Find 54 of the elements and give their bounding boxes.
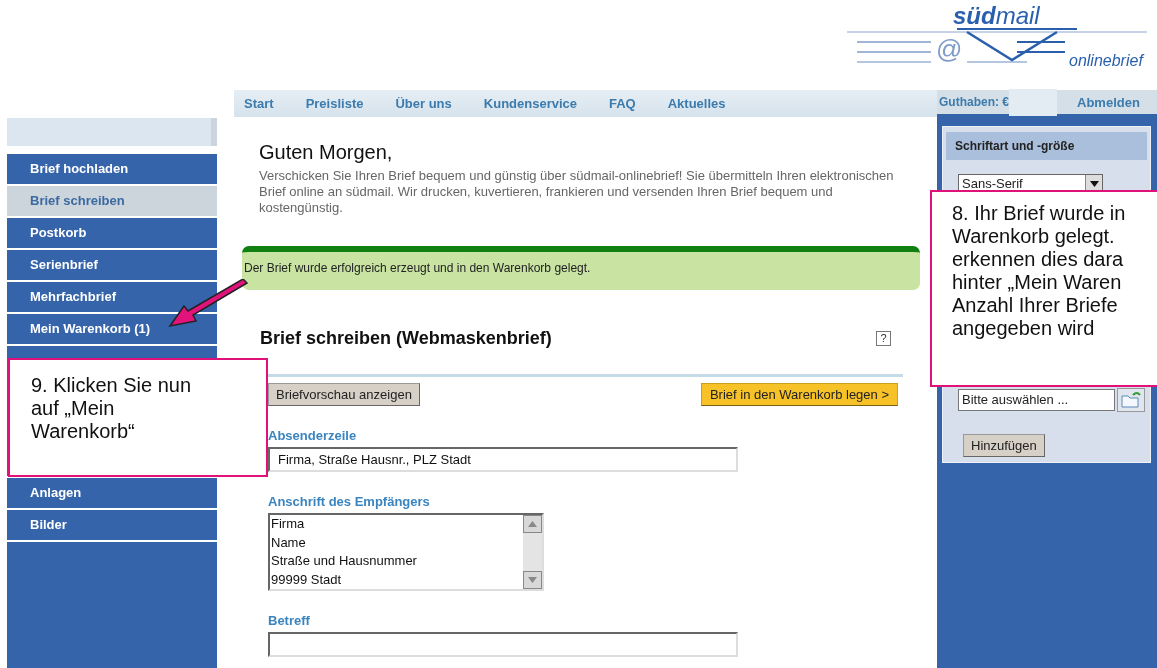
nav-link[interactable]: Über uns — [395, 96, 452, 111]
logout-link[interactable]: Abmelden — [1077, 94, 1140, 110]
logo-tagline: onlinebrief — [1069, 52, 1143, 69]
nav-link[interactable]: Kundenservice — [483, 96, 577, 111]
sidebar-item[interactable]: Mehrfachbrief — [7, 282, 217, 312]
balance-field — [1009, 88, 1057, 116]
nav-link[interactable]: Preisliste — [305, 96, 364, 111]
callout-text-line: auf „Mein — [31, 397, 116, 420]
callout-text-line: Warenkorb gelegt. — [952, 225, 1116, 248]
panel-title: Schriftart und -größe — [946, 132, 1147, 160]
sidebar-item[interactable]: Brief schreiben — [7, 186, 217, 216]
callout-text-line: Anzahl Ihrer Briefe — [952, 294, 1119, 317]
balance-label: Guthaben: € — [939, 95, 1009, 109]
nav-link[interactable]: Aktuelles — [667, 96, 726, 111]
file-select[interactable]: Bitte auswählen ... — [958, 389, 1115, 411]
callout-text-line: Warenkorb“ — [31, 420, 136, 443]
sender-input-field[interactable]: Firma, Straße Hausnr., PLZ Stadt — [268, 447, 738, 472]
field-label: Absenderzeile — [268, 428, 358, 443]
callout-text-line: erkennen dies dara — [952, 248, 1125, 271]
callout-text-line: 8. Ihr Brief wurde in — [952, 202, 1127, 225]
sidebar-item[interactable]: Bilder — [7, 510, 217, 540]
scrollbar[interactable] — [523, 515, 542, 589]
callout-text-line: hinter „Mein Waren — [952, 271, 1123, 294]
sidebar-item[interactable]: Brief hochladen — [7, 154, 217, 184]
section-title: Brief schreiben (Webmaskenbrief) — [260, 328, 552, 349]
dropdown-caret-icon[interactable] — [1089, 180, 1099, 187]
scroll-down-arrow-icon[interactable] — [528, 577, 537, 583]
subject-input-field[interactable] — [268, 632, 738, 657]
field-label: Betreff — [268, 613, 311, 628]
sidebar-item[interactable]: Serienbrief — [7, 250, 217, 280]
nav-link[interactable]: FAQ — [609, 96, 636, 111]
callout-text-line: 9. Klicken Sie nun — [31, 374, 193, 397]
sidebar-item[interactable]: Mein Warenkorb (1) — [7, 314, 217, 344]
address-line: Firma — [271, 515, 306, 533]
sidebar-item[interactable]: Postkorb — [7, 218, 217, 248]
field-label: Anschrift des Empfängers — [268, 494, 431, 509]
address-line: Straße und Hausnummer — [271, 552, 418, 570]
sidebar-item[interactable]: Anlagen — [7, 478, 217, 508]
recipient-textarea[interactable]: Firma Name Straße und Hausnummer 99999 Stadt — [268, 513, 544, 591]
callout-text-line: angegeben wird — [952, 317, 1096, 340]
nav-link[interactable]: Start — [244, 96, 274, 111]
success-message: Der Brief wurde erfolgreich erzeugt und in den Warenkorb gelegt. — [242, 246, 920, 290]
folder-icon[interactable] — [1117, 388, 1145, 412]
add-button[interactable]: Hinzufügen — [963, 434, 1045, 457]
preview-button[interactable]: Briefvorschau anzeigen — [268, 383, 420, 406]
greeting-heading: Guten Morgen, — [259, 141, 394, 164]
logo-at-sign: @ — [936, 34, 963, 64]
intro-paragraph: Verschicken Sie Ihren Brief bequem und günstig über südmail-onlinebrief! Sie übermitteln Ihren elektronischen Brief online an südmail. Wir drucken, kuvertieren, frankieren und versenden Ihren Brief bequem und kostengünstig. — [259, 168, 895, 216]
add-to-cart-button[interactable]: Brief in den Warenkorb legen > — [700, 383, 898, 406]
help-button[interactable]: ? — [876, 331, 891, 346]
address-line: Name — [271, 533, 307, 552]
address-line: 99999 Stadt — [271, 570, 343, 589]
scroll-up-arrow-icon[interactable] — [528, 521, 537, 527]
logo-wordmark: südmail — [953, 2, 1040, 29]
